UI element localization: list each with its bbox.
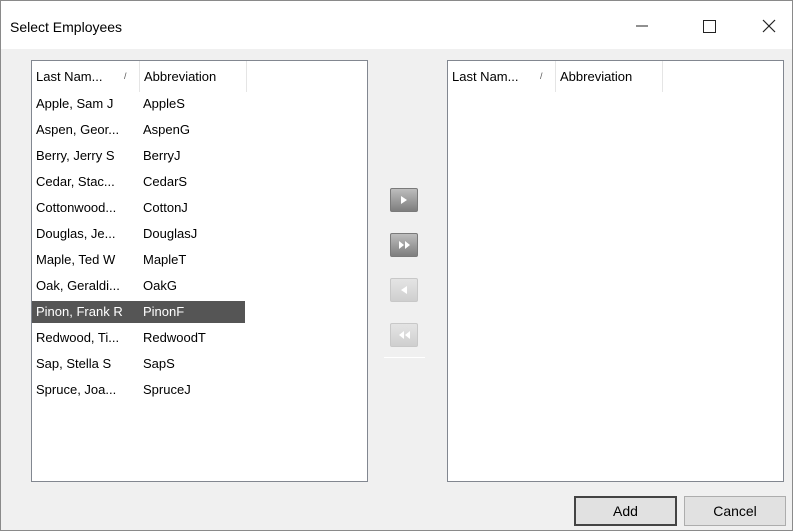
employee-name: Oak, Geraldi... bbox=[36, 278, 120, 293]
list-item[interactable]: Spruce, Joa... SpruceJ bbox=[32, 379, 245, 401]
employee-abbreviation: AppleS bbox=[143, 96, 185, 111]
minimize-button[interactable] bbox=[619, 11, 665, 41]
employee-abbreviation: BerryJ bbox=[143, 148, 181, 163]
maximize-icon bbox=[702, 19, 716, 33]
list-item[interactable]: Cottonwood... CottonJ bbox=[32, 197, 245, 219]
column-header-abbreviation[interactable]: Abbreviation bbox=[556, 61, 663, 92]
employee-abbreviation: CottonJ bbox=[143, 200, 188, 215]
sort-indicator-icon: / bbox=[540, 71, 543, 81]
sort-indicator-icon: / bbox=[124, 71, 127, 81]
column-header-label: Abbreviation bbox=[144, 69, 217, 84]
move-all-right-icon bbox=[398, 241, 410, 249]
list-item[interactable]: Oak, Geraldi... OakG bbox=[32, 275, 245, 297]
title-bar: Select Employees bbox=[1, 1, 792, 49]
employee-name: Cedar, Stac... bbox=[36, 174, 115, 189]
close-button[interactable] bbox=[746, 11, 792, 41]
column-header-last-name[interactable]: Last Nam... / bbox=[32, 61, 140, 92]
employee-name: Douglas, Je... bbox=[36, 226, 116, 241]
column-header-last-name[interactable]: Last Nam... / bbox=[448, 61, 556, 92]
employee-abbreviation: OakG bbox=[143, 278, 177, 293]
cancel-button[interactable]: Cancel bbox=[684, 496, 786, 526]
move-right-icon bbox=[400, 196, 407, 204]
list-item[interactable]: Douglas, Je... DouglasJ bbox=[32, 223, 245, 245]
column-header-abbreviation[interactable]: Abbreviation bbox=[140, 61, 247, 92]
employee-abbreviation: DouglasJ bbox=[143, 226, 198, 241]
close-icon bbox=[762, 19, 776, 33]
list-item[interactable]: Redwood, Ti... RedwoodT bbox=[32, 327, 245, 349]
column-header-label: Last Nam... bbox=[36, 69, 103, 84]
list-item[interactable]: Aspen, Geor... AspenG bbox=[32, 119, 245, 141]
employee-abbreviation: PinonF bbox=[143, 304, 185, 319]
maximize-button[interactable] bbox=[686, 11, 732, 41]
move-all-left-button[interactable] bbox=[390, 323, 418, 347]
employee-abbreviation: SapS bbox=[143, 356, 175, 371]
move-left-icon bbox=[400, 286, 407, 294]
available-list-header: Last Nam... / Abbreviation bbox=[32, 61, 367, 92]
list-item[interactable]: Berry, Jerry S BerryJ bbox=[32, 145, 245, 167]
list-item[interactable]: Pinon, Frank R PinonF bbox=[32, 301, 245, 323]
selected-employees-list[interactable]: Last Nam... / Abbreviation bbox=[447, 60, 784, 482]
employee-name: Apple, Sam J bbox=[36, 96, 114, 111]
employee-abbreviation: AspenG bbox=[143, 122, 190, 137]
employee-name: Redwood, Ti... bbox=[36, 330, 120, 345]
move-left-button[interactable] bbox=[390, 278, 418, 302]
separator bbox=[384, 357, 425, 358]
move-right-button[interactable] bbox=[390, 188, 418, 212]
employee-name: Maple, Ted W bbox=[36, 252, 116, 267]
employee-name: Sap, Stella S bbox=[36, 356, 112, 371]
list-item[interactable]: Sap, Stella S SapS bbox=[32, 353, 245, 375]
minimize-icon bbox=[636, 25, 648, 27]
list-item[interactable]: Cedar, Stac... CedarS bbox=[32, 171, 245, 193]
available-employees-list[interactable]: Last Nam... / Abbreviation Apple, Sam JA… bbox=[31, 60, 368, 482]
window-title: Select Employees bbox=[10, 19, 123, 35]
employee-abbreviation: SpruceJ bbox=[143, 382, 191, 397]
selected-list-header: Last Nam... / Abbreviation bbox=[448, 61, 783, 92]
employee-name: Cottonwood... bbox=[36, 200, 117, 215]
column-header-label: Last Nam... bbox=[452, 69, 519, 84]
list-item[interactable]: Apple, Sam J AppleS bbox=[32, 93, 245, 115]
employee-name: Spruce, Joa... bbox=[36, 382, 117, 397]
employee-abbreviation: RedwoodT bbox=[143, 330, 206, 345]
list-item[interactable]: Maple, Ted W MapleT bbox=[32, 249, 245, 271]
select-employees-dialog: Select Employees Last Nam... / Abbreviat… bbox=[0, 0, 793, 531]
employee-abbreviation: MapleT bbox=[143, 252, 187, 267]
employee-abbreviation: CedarS bbox=[143, 174, 188, 189]
column-header-label: Abbreviation bbox=[560, 69, 633, 84]
employee-name: Pinon, Frank R bbox=[36, 304, 123, 319]
move-all-left-icon bbox=[398, 331, 410, 339]
employee-name: Berry, Jerry S bbox=[36, 148, 115, 163]
employee-name: Aspen, Geor... bbox=[36, 122, 120, 137]
move-all-right-button[interactable] bbox=[390, 233, 418, 257]
add-button[interactable]: Add bbox=[574, 496, 677, 526]
